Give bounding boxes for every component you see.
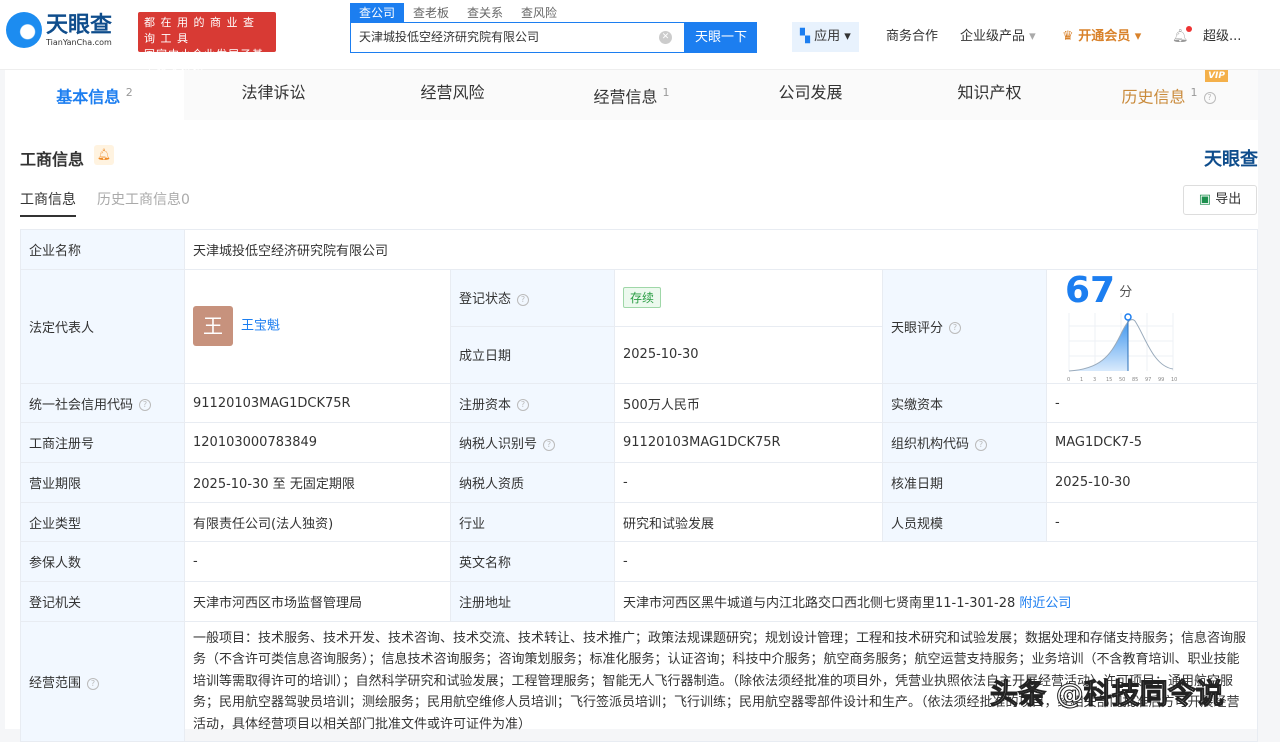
brand-logo: 天眼查 bbox=[1204, 149, 1258, 170]
logo[interactable]: 天眼查 TianYanCha.com bbox=[6, 12, 112, 48]
slogan-banner[interactable]: 都 在 用 的 商 业 查 询 工 具国家中小企业发展子基金旗下机构 bbox=[138, 12, 276, 77]
score-tick: 50 bbox=[1119, 377, 1125, 383]
export-button[interactable]: ▣ 导出 bbox=[1183, 185, 1257, 215]
avatar: 王 bbox=[193, 306, 233, 347]
tab-legal[interactable]: 法律诉讼 bbox=[184, 70, 363, 120]
apps-menu[interactable]: ▚ 应用 ▾ bbox=[792, 22, 859, 52]
tab-basic-info[interactable]: 基本信息 2 bbox=[5, 70, 184, 120]
bell-icon[interactable]: 🔔︎ bbox=[1172, 22, 1192, 52]
score-tick: 1 bbox=[1080, 377, 1083, 383]
score-tick: 0 bbox=[1067, 377, 1070, 383]
score-tick: 100 bbox=[1171, 377, 1177, 383]
tab-ip[interactable]: 知识产权 bbox=[900, 70, 1079, 120]
score-tick: 97 bbox=[1145, 377, 1151, 383]
subtab-business-info[interactable]: 工商信息 bbox=[20, 189, 76, 217]
legal-rep-link[interactable]: 王宝魁 bbox=[241, 319, 280, 334]
business-link[interactable]: 商务合作 bbox=[886, 22, 938, 52]
score-tick: 3 bbox=[1093, 377, 1096, 383]
vip-badge: VIP bbox=[1205, 70, 1228, 82]
tab-development[interactable]: 公司发展 bbox=[721, 70, 900, 120]
tab-risk[interactable]: 经营风险 bbox=[363, 70, 542, 120]
crown-icon: ♛ bbox=[1062, 29, 1074, 44]
excel-icon: ▣ bbox=[1198, 192, 1212, 207]
clear-icon[interactable]: ✕ bbox=[659, 31, 672, 44]
business-info-table: 企业名称 天津城投低空经济研究院有限公司 法定代表人 王王宝魁 登记状态? 存续 … bbox=[20, 229, 1258, 742]
search-tab-company[interactable]: 查公司 bbox=[350, 3, 405, 22]
top-bar: 天眼查 TianYanCha.com 都 在 用 的 商 业 查 询 工 具国家中… bbox=[0, 0, 1280, 77]
score-tick: 15 bbox=[1106, 377, 1112, 383]
score-value: 67 bbox=[1065, 269, 1116, 311]
search-tabs: 查公司 查老板 查关系 查风险 bbox=[350, 3, 566, 22]
apps-icon: ▚ bbox=[800, 29, 810, 44]
score-tick: 99 bbox=[1158, 377, 1164, 383]
search-button[interactable]: 天眼一下 bbox=[685, 22, 757, 53]
search-tab-relation[interactable]: 查关系 bbox=[458, 3, 512, 22]
status-badge: 存续 bbox=[623, 287, 662, 309]
search-input[interactable]: 天津城投低空经济研究院有限公司 ✕ bbox=[350, 22, 685, 53]
main-tabs: 基本信息 2 法律诉讼 经营风险 经营信息 1 公司发展 知识产权 历史信息 1… bbox=[5, 70, 1258, 120]
score-tick: 85 bbox=[1132, 377, 1138, 383]
section-title: 工商信息 bbox=[20, 150, 85, 169]
user-menu[interactable]: 超级... bbox=[1203, 22, 1241, 52]
vip-menu[interactable]: ♛ 开通会员 ▾ bbox=[1062, 22, 1141, 52]
logo-icon bbox=[6, 12, 42, 48]
search-tab-boss[interactable]: 查老板 bbox=[404, 3, 458, 22]
subtab-history-info[interactable]: 历史工商信息0 bbox=[97, 189, 190, 209]
nearby-companies-link[interactable]: 附近公司 bbox=[1019, 596, 1071, 611]
notify-icon[interactable]: 🔔︎ bbox=[94, 145, 114, 165]
company-name: 天津城投低空经济研究院有限公司 bbox=[184, 229, 1258, 270]
watermark: 头条 @科技同令说 bbox=[990, 677, 1225, 711]
enterprise-menu[interactable]: 企业级产品 ▾ bbox=[960, 22, 1036, 52]
tab-operation[interactable]: 经营信息 1 bbox=[542, 70, 721, 120]
search-tab-risk[interactable]: 查风险 bbox=[512, 3, 566, 22]
score-distribution-chart: 0 1 3 15 50 85 97 99 100 bbox=[1067, 312, 1181, 383]
tab-history[interactable]: 历史信息 1? VIP bbox=[1079, 70, 1258, 120]
score-cell[interactable]: 67 分 0131550859799100 bbox=[1046, 268, 1258, 384]
